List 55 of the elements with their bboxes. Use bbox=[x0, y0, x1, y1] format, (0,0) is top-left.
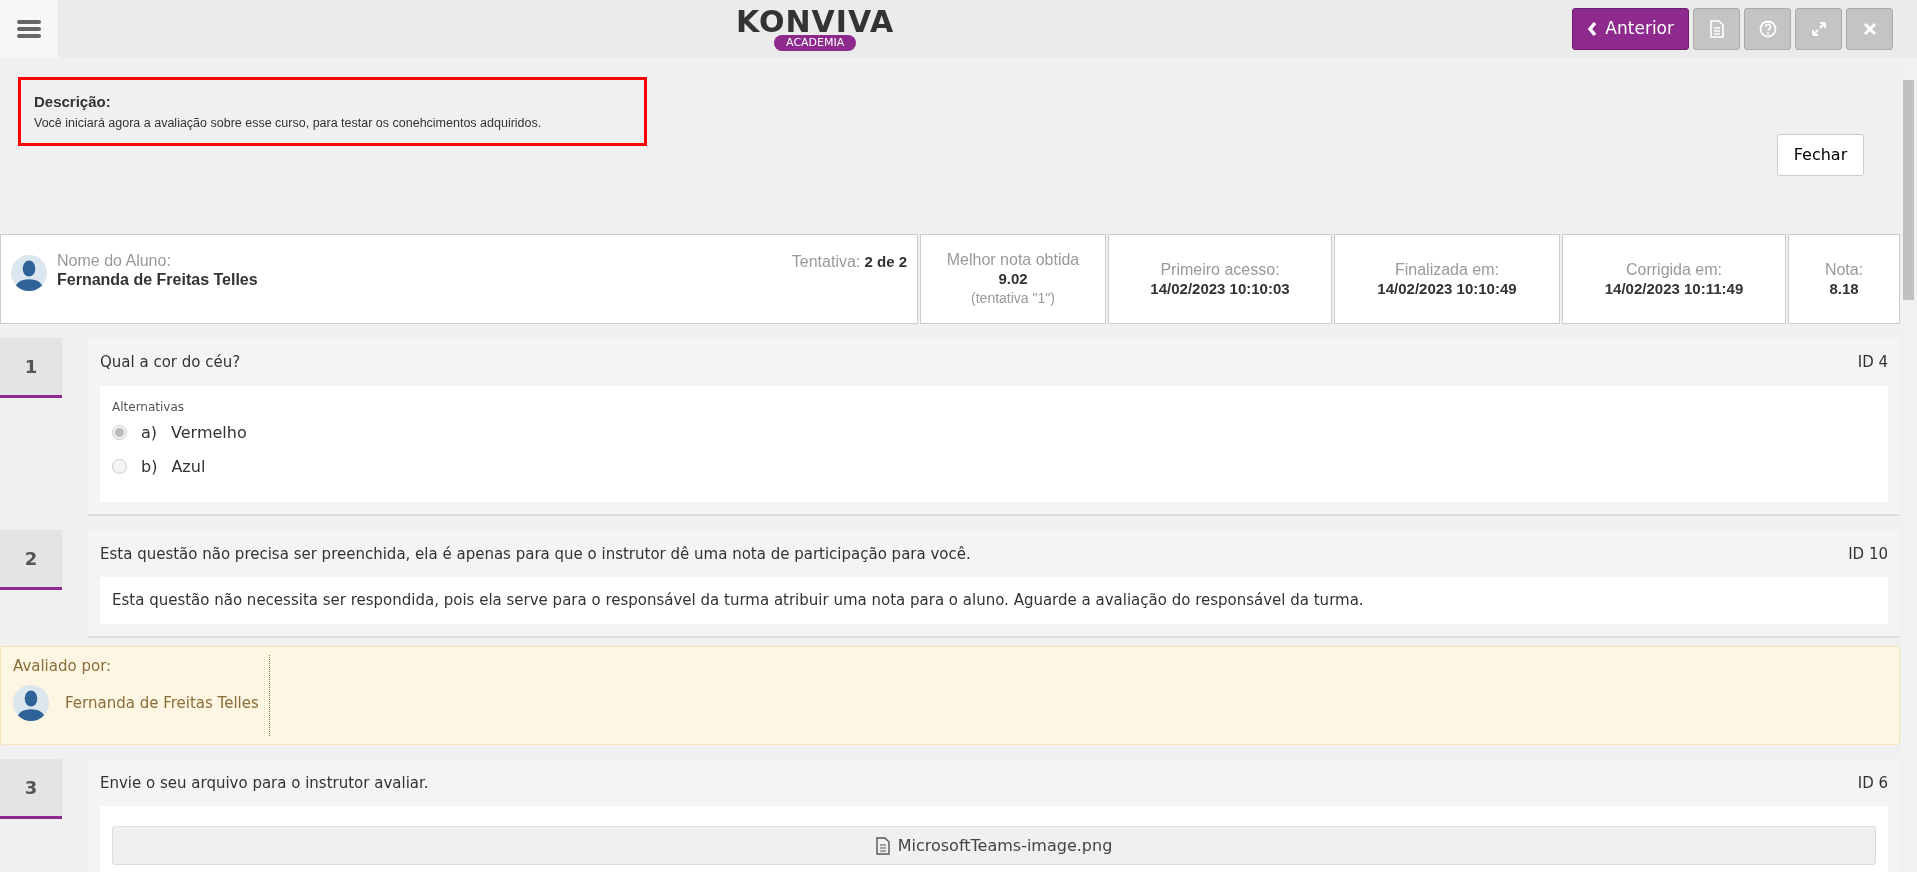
stat-note: (tentativa "1") bbox=[971, 288, 1055, 308]
menu-icon bbox=[17, 19, 41, 39]
logo-wordmark: KONVIVA bbox=[736, 7, 895, 37]
evaluator-name: Fernanda de Freitas Telles bbox=[65, 692, 259, 714]
scrollbar-thumb[interactable] bbox=[1903, 80, 1914, 300]
question-text: Esta questão não precisa ser preenchida, ela é apenas para que o instrutor dê uma nota de participação para você. bbox=[100, 543, 971, 565]
logo-tagline: ACADEMIA bbox=[774, 35, 857, 51]
question-number: 2 bbox=[0, 529, 62, 590]
stat-label: Nota: bbox=[1824, 260, 1864, 279]
stat-value: 14/02/2023 10:10:49 bbox=[1377, 279, 1517, 298]
stat-value: 8.18 bbox=[1829, 279, 1859, 298]
question-text: Envie o seu arquivo para o instrutor avaliar. bbox=[100, 772, 429, 794]
menu-button[interactable] bbox=[0, 0, 58, 58]
stat-value: 9.02 bbox=[998, 268, 1028, 288]
answer-text: Esta questão não necessita ser respondida, pois ela serve para o responsável da turma atribuir uma nota para o aluno. Aguarde a avaliação do responsável da turma. bbox=[112, 590, 1365, 611]
document-icon bbox=[875, 836, 890, 855]
option-text: Vermelho bbox=[171, 421, 247, 444]
radio-button[interactable] bbox=[112, 459, 127, 474]
description-label: Descrição: bbox=[34, 92, 112, 112]
help-button[interactable] bbox=[1744, 8, 1791, 50]
alternatives-label: Alternativas bbox=[112, 398, 186, 416]
radio-button[interactable] bbox=[112, 425, 127, 440]
avatar-icon bbox=[11, 255, 47, 291]
question-id: ID 6 bbox=[1857, 772, 1888, 794]
student-name: Fernanda de Freitas Telles bbox=[57, 270, 259, 289]
back-button[interactable]: Anterior bbox=[1572, 8, 1689, 50]
expand-button[interactable] bbox=[1795, 8, 1842, 50]
stat-label: Melhor nota obtida bbox=[946, 249, 1080, 269]
attempt-text: Tentativa: 2 de 2 bbox=[791, 252, 907, 272]
avatar-icon bbox=[13, 685, 49, 721]
close-button[interactable] bbox=[1846, 8, 1893, 50]
stat-value: 14/02/2023 10:11:49 bbox=[1604, 279, 1744, 298]
option-text: Azul bbox=[171, 455, 206, 478]
question-number: 1 bbox=[0, 338, 62, 398]
question-text: Qual a cor do céu? bbox=[100, 352, 241, 373]
close-icon bbox=[1862, 22, 1877, 36]
expand-icon bbox=[1810, 21, 1827, 37]
document-button[interactable] bbox=[1693, 8, 1740, 50]
chevron-left-icon bbox=[1587, 21, 1598, 37]
question-id: ID 4 bbox=[1857, 352, 1888, 373]
student-label: Nome do Aluno: bbox=[57, 251, 172, 270]
stat-label: Corrigida em: bbox=[1626, 260, 1722, 279]
close-text-button[interactable]: Fechar bbox=[1777, 134, 1864, 176]
file-button[interactable]: MicrosoftTeams-image.png bbox=[112, 826, 1876, 865]
stat-label: Finalizada em: bbox=[1394, 260, 1499, 279]
description-text: Você iniciará agora a avaliação sobre esse curso, para testar os conehcimentos adquiridos. bbox=[34, 114, 543, 132]
help-icon bbox=[1758, 20, 1777, 38]
document-icon bbox=[1708, 20, 1725, 38]
stat-value: 14/02/2023 10:10:03 bbox=[1150, 279, 1290, 298]
option-letter: a) bbox=[141, 421, 158, 444]
stat-label: Primeiro acesso: bbox=[1160, 260, 1280, 279]
question-number: 3 bbox=[0, 758, 62, 819]
option-letter: b) bbox=[141, 455, 158, 478]
question-id: ID 10 bbox=[1848, 543, 1888, 565]
evaluated-by-label: Avaliado por: bbox=[13, 655, 113, 677]
